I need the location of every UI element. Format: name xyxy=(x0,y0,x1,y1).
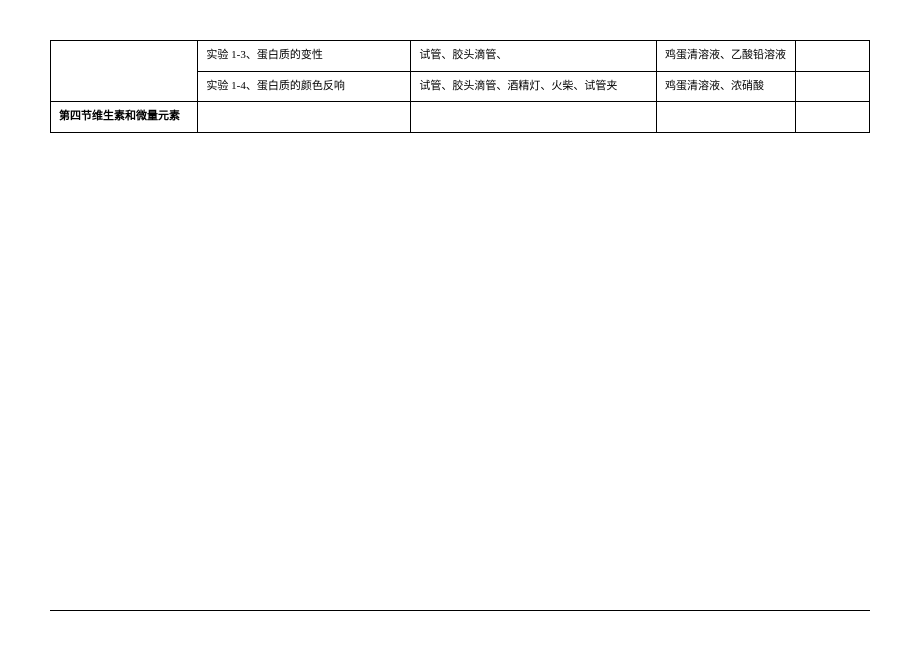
cell-note xyxy=(796,41,870,72)
cell-equipment xyxy=(411,102,657,133)
cell-equipment: 试管、胶头滴管、 xyxy=(411,41,657,72)
cell-experiment xyxy=(198,102,411,133)
cell-note xyxy=(796,71,870,102)
cell-reagent xyxy=(657,102,796,133)
cell-reagent: 鸡蛋清溶液、浓硝酸 xyxy=(657,71,796,102)
cell-section xyxy=(51,41,198,102)
cell-reagent: 鸡蛋清溶液、乙酸铅溶液 xyxy=(657,41,796,72)
experiment-table: 实验 1-3、蛋白质的变性 试管、胶头滴管、 鸡蛋清溶液、乙酸铅溶液 实验 1-… xyxy=(50,40,870,133)
cell-note xyxy=(796,102,870,133)
table-row: 实验 1-3、蛋白质的变性 试管、胶头滴管、 鸡蛋清溶液、乙酸铅溶液 xyxy=(51,41,870,72)
cell-experiment: 实验 1-4、蛋白质的颜色反响 xyxy=(198,71,411,102)
cell-experiment: 实验 1-3、蛋白质的变性 xyxy=(198,41,411,72)
page-bottom-line xyxy=(50,610,870,611)
cell-equipment: 试管、胶头滴管、酒精灯、火柴、试管夹 xyxy=(411,71,657,102)
table-row: 第四节维生素和微量元素 xyxy=(51,102,870,133)
cell-section-title: 第四节维生素和微量元素 xyxy=(51,102,198,133)
